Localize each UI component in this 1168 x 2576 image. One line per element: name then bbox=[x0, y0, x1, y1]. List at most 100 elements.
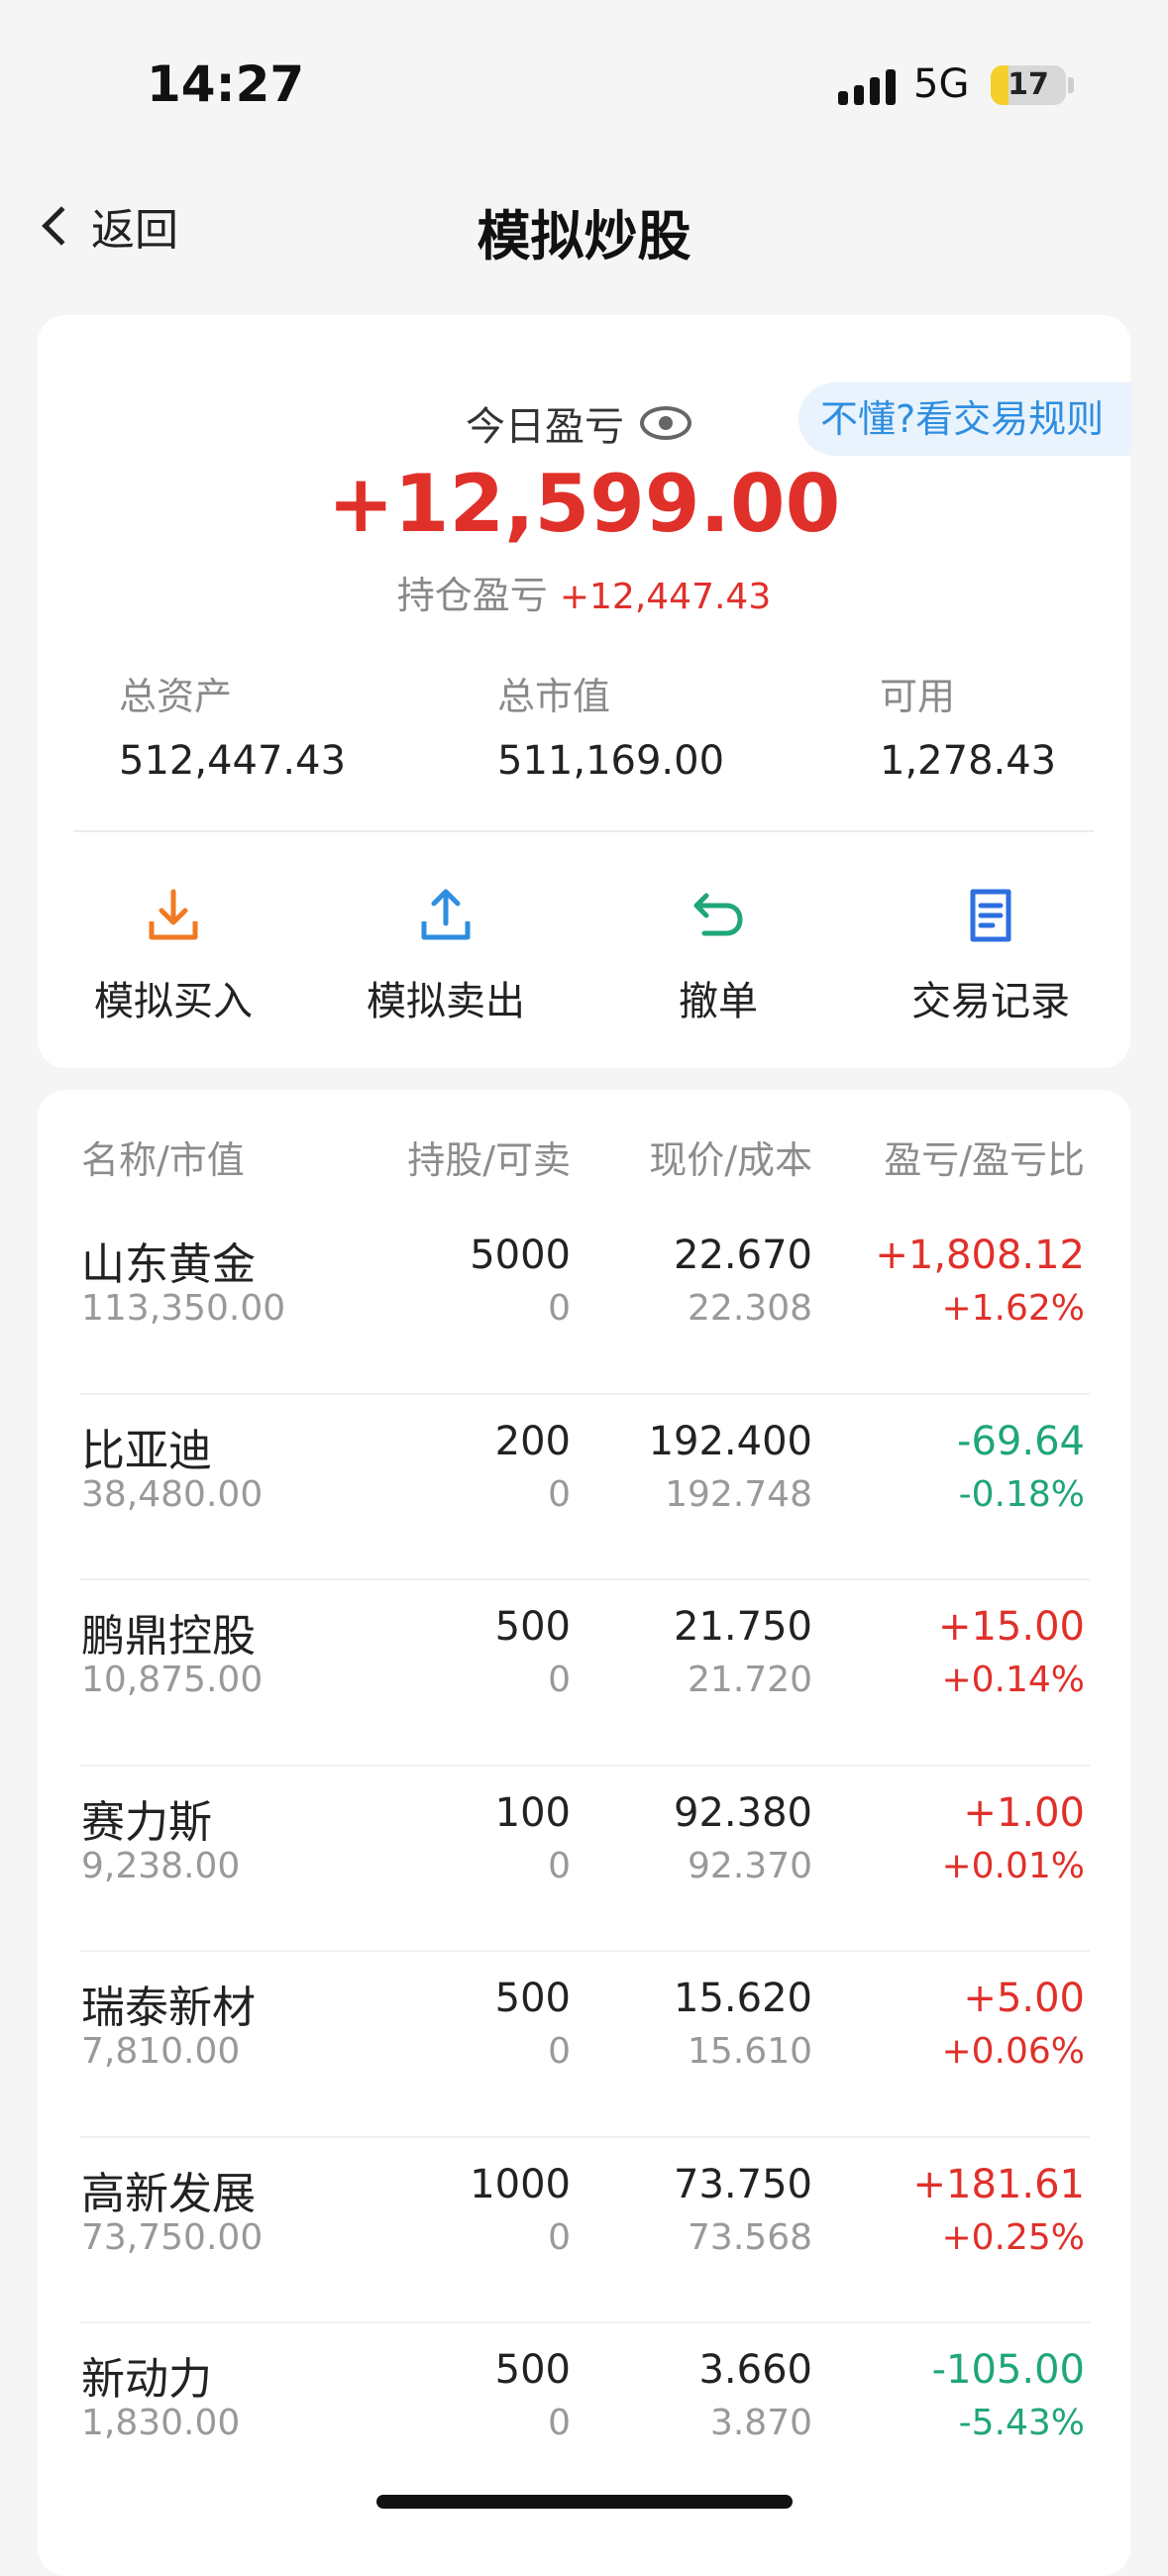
shares: 1000 bbox=[470, 2161, 571, 2207]
home-indicator bbox=[376, 2495, 793, 2509]
stat-value: 512,447.43 bbox=[119, 738, 347, 784]
col-header-shares: 持股/可卖 bbox=[407, 1138, 571, 1182]
battery-level: 17 bbox=[1008, 67, 1049, 102]
document-icon bbox=[892, 880, 1090, 951]
today-pnl-label-group: 今日盈亏 bbox=[466, 394, 691, 452]
cost-price: 3.870 bbox=[709, 2403, 812, 2443]
holding-row[interactable]: 鹏鼎控股 10,875.00 500 0 21.750 21.720 +15.00 +0.14… bbox=[38, 1580, 1130, 1767]
stat-available: 可用 1,278.43 bbox=[880, 666, 1056, 784]
action-label: 交易记录 bbox=[911, 979, 1070, 1024]
col-header-pnl: 盈亏/盈亏比 bbox=[884, 1138, 1085, 1182]
stat-value: 511,169.00 bbox=[497, 738, 725, 784]
pnl-value: -69.64 bbox=[957, 1418, 1085, 1464]
market-value: 113,350.00 bbox=[81, 1288, 286, 1329]
stat-value: 1,278.43 bbox=[880, 738, 1057, 784]
stock-name: 山东黄金 bbox=[81, 1239, 256, 1290]
pnl-value: -105.00 bbox=[931, 2347, 1085, 2393]
market-value: 7,810.00 bbox=[81, 2031, 241, 2072]
sellable: 0 bbox=[548, 1660, 571, 1700]
pnl-percent: +0.14% bbox=[941, 1660, 1085, 1700]
action-label: 模拟卖出 bbox=[367, 979, 525, 1024]
sim-sell-button[interactable]: 模拟卖出 bbox=[347, 880, 545, 1026]
sellable: 0 bbox=[548, 2403, 571, 2443]
battery-tip bbox=[1068, 77, 1074, 93]
divider bbox=[73, 830, 1094, 832]
cost-price: 73.568 bbox=[688, 2216, 812, 2258]
holding-row[interactable]: 比亚迪 38,480.00 200 0 192.400 192.748 -69.64 -0.1… bbox=[38, 1395, 1130, 1581]
holding-row[interactable]: 山东黄金 113,350.00 5000 0 22.670 22.308 +1,808.12… bbox=[38, 1209, 1130, 1395]
cost-price: 22.308 bbox=[688, 1288, 812, 1329]
current-price: 92.380 bbox=[674, 1789, 812, 1836]
stat-label: 总市值 bbox=[497, 675, 611, 718]
cost-price: 21.720 bbox=[688, 1660, 812, 1700]
pnl-percent: -0.18% bbox=[958, 1473, 1085, 1515]
current-price: 15.620 bbox=[674, 1976, 812, 2021]
today-pnl-label: 今日盈亏 bbox=[466, 404, 624, 450]
upload-tray-icon bbox=[347, 880, 545, 951]
pnl-percent: +0.06% bbox=[941, 2031, 1085, 2072]
shares: 500 bbox=[494, 2347, 571, 2393]
cost-price: 192.748 bbox=[665, 1473, 812, 1515]
stock-name: 新动力 bbox=[81, 2354, 212, 2405]
cost-price: 92.370 bbox=[688, 1845, 812, 1886]
current-price: 73.750 bbox=[674, 2161, 812, 2207]
holding-row[interactable]: 高新发展 73,750.00 1000 0 73.750 73.568 +181.61 +0.… bbox=[38, 2138, 1130, 2324]
cancel-order-button[interactable]: 撤单 bbox=[619, 880, 817, 1026]
pnl-value: +181.61 bbox=[912, 2161, 1085, 2207]
today-pnl-value: +12,599.00 bbox=[327, 458, 841, 550]
market-value: 1,830.00 bbox=[81, 2403, 241, 2443]
holding-row[interactable]: 新动力 1,830.00 500 0 3.660 3.870 -105.00 -5.43% bbox=[38, 2323, 1130, 2510]
sellable: 0 bbox=[548, 1845, 571, 1886]
market-value: 9,238.00 bbox=[81, 1845, 241, 1886]
signal-icon bbox=[838, 69, 896, 105]
stat-total-assets: 总资产 512,447.43 bbox=[119, 666, 346, 784]
undo-arrow-icon bbox=[619, 880, 817, 951]
market-value: 73,750.00 bbox=[81, 2216, 264, 2258]
battery-icon: 17 bbox=[991, 65, 1066, 105]
stock-name: 比亚迪 bbox=[81, 1425, 212, 1476]
trade-records-button[interactable]: 交易记录 bbox=[892, 880, 1090, 1026]
pnl-value: +5.00 bbox=[963, 1976, 1085, 2021]
sellable: 0 bbox=[548, 2031, 571, 2072]
shares: 500 bbox=[494, 1604, 571, 1650]
current-price: 3.660 bbox=[698, 2347, 812, 2393]
holding-pnl-label: 持仓盈亏 bbox=[396, 574, 548, 617]
holding-row[interactable]: 瑞泰新材 7,810.00 500 0 15.620 15.610 +5.00 +0.06% bbox=[38, 1952, 1130, 2138]
shares: 100 bbox=[494, 1789, 571, 1836]
network-type: 5G bbox=[913, 61, 970, 107]
current-price: 22.670 bbox=[674, 1233, 812, 1278]
shares: 200 bbox=[494, 1418, 571, 1464]
pnl-value: +15.00 bbox=[937, 1604, 1085, 1650]
stat-market-value: 总市值 511,169.00 bbox=[497, 666, 724, 784]
sim-buy-button[interactable]: 模拟买入 bbox=[74, 880, 272, 1026]
status-time: 14:27 bbox=[147, 55, 305, 113]
pnl-percent: +1.62% bbox=[941, 1288, 1085, 1329]
stat-label: 总资产 bbox=[119, 675, 233, 718]
col-header-price: 现价/成本 bbox=[649, 1138, 812, 1182]
trade-rules-link[interactable]: 不懂?看交易规则 bbox=[798, 382, 1131, 456]
stock-name: 高新发展 bbox=[81, 2168, 256, 2219]
pnl-value: +1,808.12 bbox=[875, 1233, 1085, 1278]
current-price: 192.400 bbox=[648, 1418, 812, 1464]
col-header-name: 名称/市值 bbox=[81, 1138, 245, 1182]
pnl-percent: +0.01% bbox=[941, 1845, 1085, 1886]
pnl-percent: -5.43% bbox=[958, 2403, 1085, 2443]
pnl-percent: +0.25% bbox=[941, 2216, 1085, 2258]
market-value: 38,480.00 bbox=[81, 1473, 264, 1515]
eye-icon[interactable] bbox=[640, 406, 691, 440]
shares: 5000 bbox=[470, 1233, 571, 1278]
page-title: 模拟炒股 bbox=[477, 205, 691, 268]
stock-name: 赛力斯 bbox=[81, 1796, 212, 1848]
holding-row[interactable]: 赛力斯 9,238.00 100 0 92.380 92.370 +1.00 +0.01% bbox=[38, 1767, 1130, 1953]
stat-label: 可用 bbox=[880, 675, 956, 718]
pnl-value: +1.00 bbox=[963, 1789, 1085, 1836]
action-label: 撤单 bbox=[679, 979, 758, 1024]
sellable: 0 bbox=[548, 1288, 571, 1329]
download-tray-icon bbox=[74, 880, 272, 951]
shares: 500 bbox=[494, 1976, 571, 2021]
sellable: 0 bbox=[548, 2216, 571, 2258]
stock-name: 瑞泰新材 bbox=[81, 1983, 256, 2033]
market-value: 10,875.00 bbox=[81, 1660, 264, 1700]
holding-pnl: 持仓盈亏 +12,447.43 bbox=[0, 565, 1168, 619]
holding-pnl-value: +12,447.43 bbox=[559, 577, 772, 617]
